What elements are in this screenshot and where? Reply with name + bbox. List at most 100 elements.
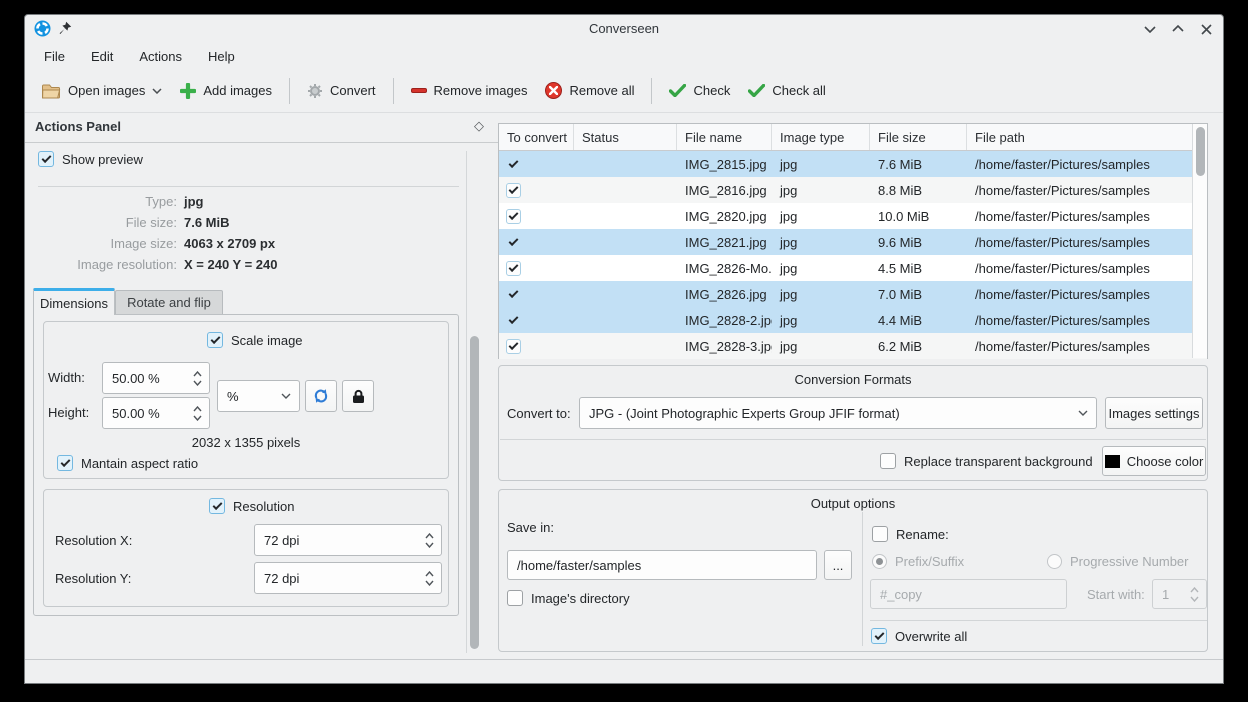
remove-images-button[interactable]: Remove images <box>402 77 537 104</box>
cell-file-name: IMG_2816.jpg <box>677 183 772 198</box>
cell-file-path: /home/faster/Pictures/samples <box>967 261 1207 276</box>
remove-all-icon <box>545 82 562 99</box>
scrollbar-track[interactable] <box>466 151 467 653</box>
menu-actions[interactable]: Actions <box>126 46 195 67</box>
header-file-size[interactable]: File size <box>870 124 967 150</box>
table-scrollbar-thumb[interactable] <box>1196 127 1205 176</box>
refresh-button[interactable] <box>305 380 337 412</box>
toolbar-separator <box>651 78 652 104</box>
spin-arrows-icon[interactable] <box>425 525 434 555</box>
menu-help[interactable]: Help <box>195 46 248 67</box>
header-file-path[interactable]: File path <box>967 124 1207 150</box>
check-all-button[interactable]: Check all <box>739 77 834 104</box>
row-checkbox[interactable] <box>506 235 521 250</box>
resolution-y-spinbox[interactable]: 72 dpi <box>254 562 442 594</box>
resolution-x-spinbox[interactable]: 72 dpi <box>254 524 442 556</box>
cell-file-path: /home/faster/Pictures/samples <box>967 157 1207 172</box>
table-row[interactable]: IMG_2826.jpg jpg 7.0 MiB /home/faster/Pi… <box>499 281 1207 307</box>
close-button[interactable] <box>1199 22 1213 36</box>
row-checkbox[interactable] <box>506 157 521 172</box>
convert-button[interactable]: Convert <box>298 77 385 105</box>
scale-image-checkbox[interactable]: Scale image <box>207 332 303 348</box>
divider <box>862 512 863 646</box>
table-row[interactable]: IMG_2826-Mo... jpg 4.5 MiB /home/faster/… <box>499 255 1207 281</box>
header-to-convert[interactable]: To convert <box>499 124 574 150</box>
spin-arrows-icon[interactable] <box>425 563 434 593</box>
row-checkbox[interactable] <box>506 287 521 302</box>
row-checkbox[interactable] <box>506 261 521 276</box>
images-directory-checkbox[interactable]: Image's directory <box>507 590 630 606</box>
actions-panel-titlebar[interactable]: Actions Panel ◇ <box>25 113 498 143</box>
maintain-aspect-checkbox[interactable]: Mantain aspect ratio <box>57 455 198 471</box>
table-scrollbar-track[interactable] <box>1192 124 1207 358</box>
cell-file-size: 10.0 MiB <box>870 209 967 224</box>
table-row[interactable]: IMG_2821.jpg jpg 9.6 MiB /home/faster/Pi… <box>499 229 1207 255</box>
format-combobox[interactable]: JPG - (Joint Photographic Experts Group … <box>579 397 1097 429</box>
table-row[interactable]: IMG_2828-2.jpg jpg 4.4 MiB /home/faster/… <box>499 307 1207 333</box>
rename-pattern-input[interactable] <box>870 579 1067 609</box>
start-with-spinbox[interactable]: 1 <box>1152 579 1207 609</box>
resolution-checkbox[interactable]: Resolution <box>209 498 294 514</box>
choose-color-button[interactable]: Choose color <box>1102 446 1206 476</box>
replace-background-checkbox[interactable]: Replace transparent background <box>880 453 1093 469</box>
gear-icon <box>307 83 323 99</box>
spin-arrows-icon[interactable] <box>1190 580 1199 608</box>
overwrite-all-checkbox[interactable]: Overwrite all <box>871 628 967 644</box>
width-label: Width: <box>48 370 85 385</box>
header-file-name[interactable]: File name <box>677 124 772 150</box>
checkbox-icon <box>207 332 223 348</box>
unit-combobox[interactable]: % <box>217 380 300 412</box>
toolbar-separator <box>289 78 290 104</box>
dock-float-icon[interactable]: ◇ <box>474 118 484 134</box>
cell-image-type: jpg <box>772 261 870 276</box>
height-spinbox[interactable]: 50.00 % <box>102 397 210 429</box>
browse-button[interactable]: ... <box>824 550 852 580</box>
table-row[interactable]: IMG_2816.jpg jpg 8.8 MiB /home/faster/Pi… <box>499 177 1207 203</box>
minimize-button[interactable] <box>1143 22 1157 36</box>
row-checkbox[interactable] <box>506 209 521 224</box>
cell-file-name: IMG_2821.jpg <box>677 235 772 250</box>
cell-file-name: IMG_2826-Mo... <box>677 261 772 276</box>
open-images-button[interactable]: Open images <box>33 77 171 105</box>
scrollbar-thumb[interactable] <box>470 336 479 649</box>
lock-icon <box>352 389 365 404</box>
progressive-number-radio[interactable]: Progressive Number <box>1047 554 1189 569</box>
remove-all-button[interactable]: Remove all <box>536 76 643 105</box>
type-value: jpg <box>184 194 204 209</box>
chevron-down-icon <box>1078 410 1088 416</box>
check-button[interactable]: Check <box>660 77 739 104</box>
cell-file-path: /home/faster/Pictures/samples <box>967 235 1207 250</box>
row-checkbox[interactable] <box>506 313 521 328</box>
images-settings-button[interactable]: Images settings <box>1105 397 1203 429</box>
row-checkbox[interactable] <box>506 339 521 354</box>
statusbar <box>25 659 1223 683</box>
cell-file-name: IMG_2828-2.jpg <box>677 313 772 328</box>
titlebar[interactable]: Converseen <box>25 15 1223 43</box>
toolbar: Open images Add images Convert Remove im… <box>25 69 1223 113</box>
cell-file-size: 4.4 MiB <box>870 313 967 328</box>
table-row[interactable]: IMG_2820.jpg jpg 10.0 MiB /home/faster/P… <box>499 203 1207 229</box>
show-preview-checkbox[interactable]: Show preview <box>38 151 143 167</box>
rename-checkbox[interactable]: Rename: <box>872 526 949 542</box>
table-row[interactable]: IMG_2815.jpg jpg 7.6 MiB /home/faster/Pi… <box>499 151 1207 177</box>
cell-image-type: jpg <box>772 183 870 198</box>
header-status[interactable]: Status <box>574 124 677 150</box>
save-path-input[interactable] <box>507 550 817 580</box>
tab-rotate-and-flip[interactable]: Rotate and flip <box>115 290 223 315</box>
add-images-button[interactable]: Add images <box>171 77 281 105</box>
checkbox-icon <box>209 498 225 514</box>
header-image-type[interactable]: Image type <box>772 124 870 150</box>
menu-file[interactable]: File <box>31 46 78 67</box>
menu-edit[interactable]: Edit <box>78 46 126 67</box>
prefix-suffix-radio[interactable]: Prefix/Suffix <box>872 554 964 569</box>
maximize-button[interactable] <box>1171 22 1185 36</box>
lock-aspect-button[interactable] <box>342 380 374 412</box>
spin-arrows-icon[interactable] <box>193 398 202 428</box>
tab-dimensions[interactable]: Dimensions <box>33 288 115 315</box>
spin-arrows-icon[interactable] <box>193 363 202 393</box>
row-checkbox[interactable] <box>506 183 521 198</box>
cell-file-name: IMG_2820.jpg <box>677 209 772 224</box>
table-row[interactable]: IMG_2828-3.jpg jpg 6.2 MiB /home/faster/… <box>499 333 1207 359</box>
width-spinbox[interactable]: 50.00 % <box>102 362 210 394</box>
cell-file-size: 4.5 MiB <box>870 261 967 276</box>
